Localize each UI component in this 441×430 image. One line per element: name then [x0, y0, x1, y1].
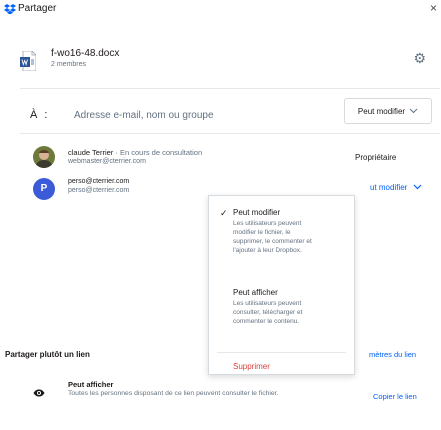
divider [20, 133, 440, 134]
avatar: P [33, 178, 55, 200]
chevron-down-icon [413, 184, 422, 190]
description-line: Les utilisateurs peuvent [233, 300, 302, 307]
menu-item-can-view[interactable]: Peut afficher Les utilisateurs peuvent c… [209, 288, 354, 326]
menu-item-title: Peut afficher [233, 288, 278, 297]
divider [20, 88, 440, 89]
member-role-label: ut modifier [370, 183, 408, 192]
to-label: À : [30, 109, 50, 121]
owner-name: claude Terrier · En cours de consultatio… [68, 148, 202, 157]
description-line: commenter le contenu. [233, 318, 300, 325]
gear-icon[interactable]: ⚙ [413, 50, 426, 67]
menu-item-title: Peut modifier [233, 208, 281, 217]
remove-member-button[interactable]: Supprimer [233, 362, 270, 371]
permission-select-label: Peut modifier [357, 106, 406, 116]
file-name: f-wo16-48.docx [51, 48, 120, 59]
word-file-icon [20, 51, 36, 71]
owner-status: · En cours de consultation [115, 148, 203, 157]
member-email: perso@cterrier.com [68, 187, 130, 194]
owner-email: webmaster@cterrier.com [68, 158, 146, 165]
owner-role: Propriétaire [355, 153, 397, 162]
menu-item-can-edit[interactable]: ✓ Peut modifier Les utilisateurs peuvent… [209, 208, 354, 255]
chevron-down-icon [409, 108, 418, 114]
title-bar: Partager × [0, 0, 441, 20]
menu-divider [217, 352, 346, 353]
close-button[interactable]: × [430, 1, 437, 15]
owner-name-text: claude Terrier [68, 148, 114, 157]
file-members-count: 2 membres [51, 61, 87, 68]
description-line: consulter, télécharger et [233, 309, 303, 316]
avatar [33, 146, 55, 168]
link-permission-title: Peut afficher [68, 380, 114, 389]
eye-icon [33, 389, 45, 397]
link-permission-description: Toutes les personnes disposant de ce lie… [68, 390, 279, 397]
copy-link-button[interactable]: Copier le lien [373, 392, 417, 401]
permission-dropdown-menu: ✓ Peut modifier Les utilisateurs peuvent… [208, 195, 355, 375]
window-title: Partager [18, 3, 57, 14]
member-name: perso@cterrier.com [68, 178, 130, 185]
menu-item-description: Les utilisateurs peuvent modifier le fic… [233, 219, 340, 255]
description-line: modifier le fichier, le [233, 229, 291, 236]
member-role-select[interactable]: ut modifier [370, 183, 422, 192]
dropbox-logo-icon [4, 4, 16, 14]
invite-input[interactable] [72, 104, 332, 126]
description-line: Les utilisateurs peuvent [233, 220, 302, 227]
description-line: l'ajouter à leur Dropbox. [233, 247, 302, 254]
menu-item-description: Les utilisateurs peuvent consulter, télé… [233, 299, 340, 326]
description-line: supprimer, le commenter et [233, 238, 312, 245]
permission-select[interactable]: Peut modifier [344, 98, 432, 124]
check-icon: ✓ [220, 208, 228, 218]
share-link-heading: Partager plutôt un lien [5, 350, 90, 359]
link-settings-link[interactable]: mètres du lien [369, 350, 416, 359]
